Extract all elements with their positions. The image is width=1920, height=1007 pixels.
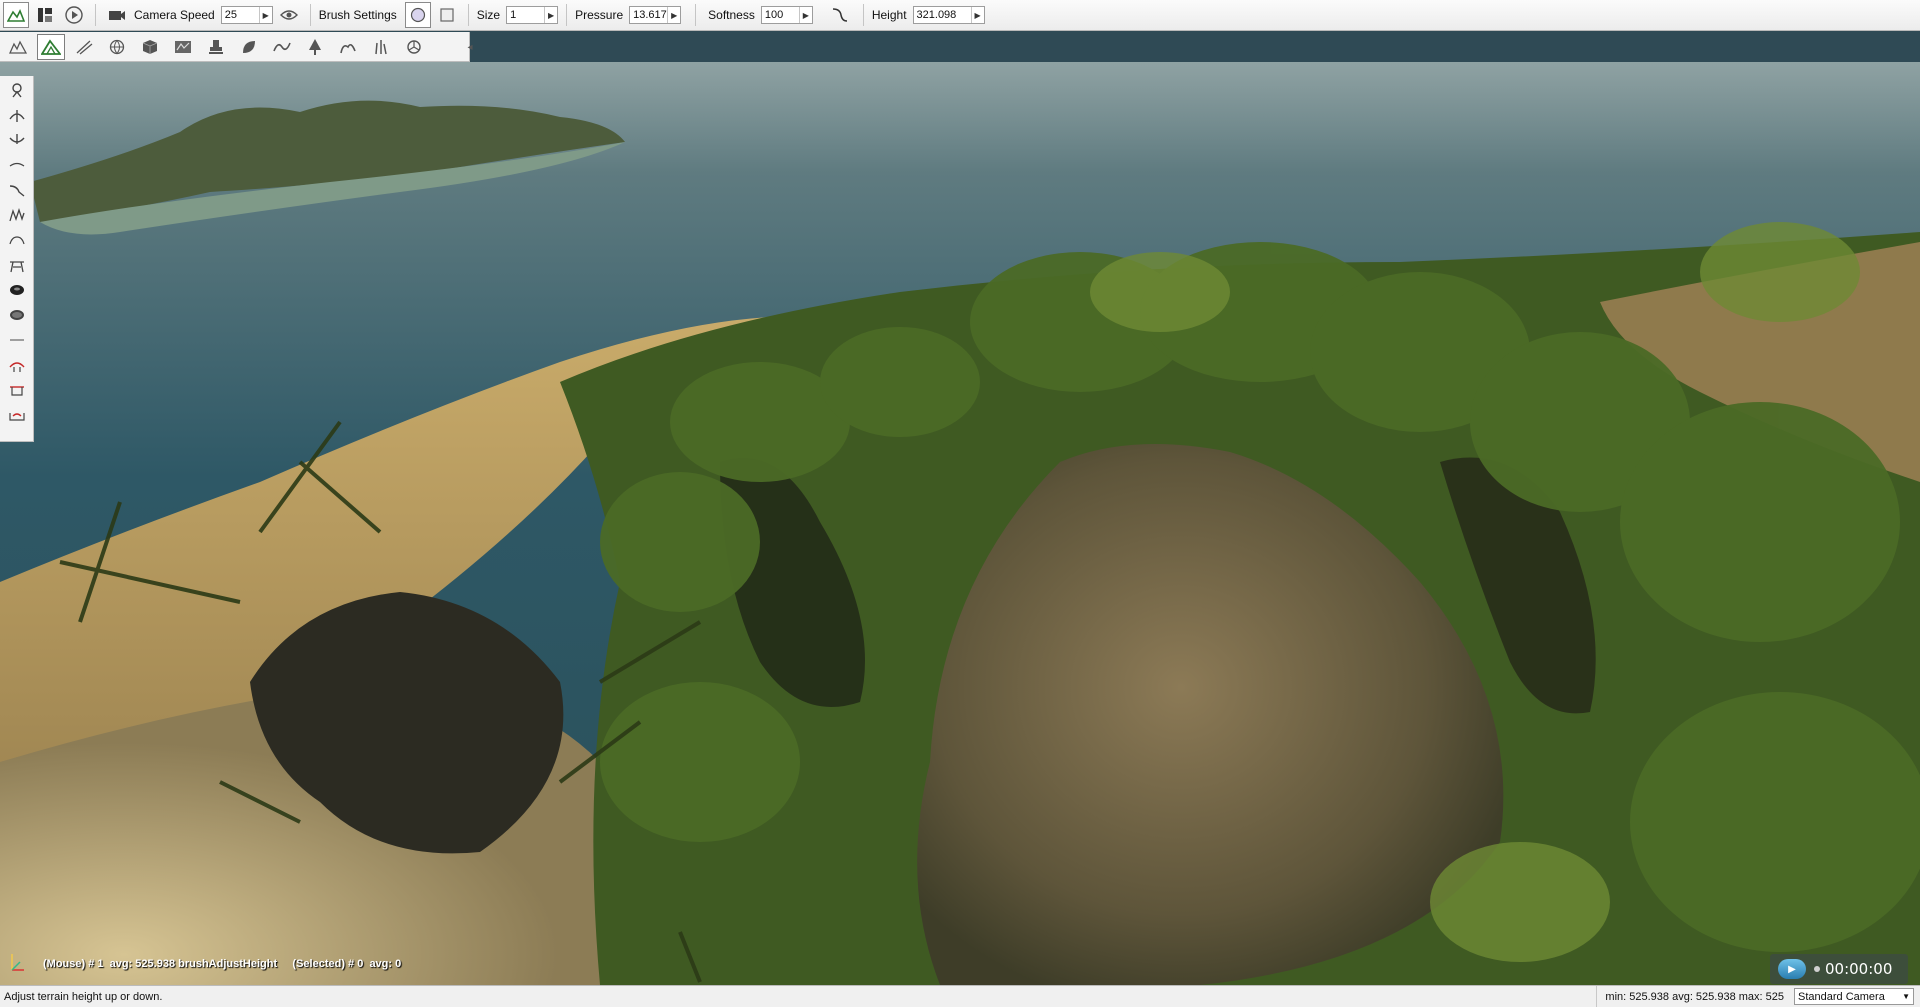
softness-value[interactable]: 100 [762, 9, 799, 21]
toolbar-separator [467, 4, 469, 26]
record-dot-icon [1814, 966, 1820, 972]
raise-icon[interactable] [4, 103, 30, 127]
pressure-label: Pressure [575, 8, 624, 22]
toolbar-separator [309, 4, 311, 26]
play-icon[interactable] [61, 2, 87, 28]
height-field[interactable]: 321.098 ▶ [912, 6, 985, 24]
erode-icon[interactable] [4, 403, 30, 427]
pressure-arrow-icon[interactable]: ▶ [667, 7, 680, 23]
tree-icon[interactable] [301, 34, 329, 60]
size-value[interactable]: 1 [507, 9, 544, 21]
camera-select-value: Standard Camera [1798, 990, 1885, 1003]
leaf-icon[interactable] [235, 34, 263, 60]
camera-icon[interactable] [104, 2, 130, 28]
eye-icon[interactable] [276, 2, 302, 28]
globe-icon[interactable] [103, 34, 131, 60]
noise-icon[interactable] [4, 203, 30, 227]
timeline-play-button[interactable]: ▶ [1778, 959, 1806, 979]
brush-square-icon[interactable] [434, 2, 460, 28]
status-height-stats: min: 525.938 avg: 525.938 max: 525 [1596, 986, 1794, 1007]
height-value[interactable]: 321.098 [914, 9, 971, 21]
camera-speed-value[interactable]: 25 [222, 9, 259, 21]
axis-gizmo-icon [8, 950, 26, 972]
toolbar-separator [862, 4, 864, 26]
hole-icon[interactable] [4, 278, 30, 302]
toolbar-separator [566, 4, 568, 26]
panels-icon[interactable] [32, 2, 58, 28]
status-bar: Adjust terrain height up or down. min: 5… [0, 985, 1920, 1007]
brush-circle-icon[interactable] [404, 2, 431, 28]
pinch-icon[interactable] [4, 378, 30, 402]
viewport-hud: (Mouse) # 1 avg: 525.938 brushAdjustHeig… [43, 958, 401, 970]
sculpt-tools-panel [0, 76, 34, 442]
cube-icon[interactable] [136, 34, 164, 60]
bush-icon[interactable] [334, 34, 362, 60]
stamp-icon[interactable] [202, 34, 230, 60]
softness-arrow-icon[interactable]: ▶ [798, 7, 812, 23]
softness-label: Softness [708, 8, 755, 22]
lower-icon[interactable] [4, 128, 30, 152]
subtoolbar-collapse-icon[interactable]: ◂ [466, 32, 474, 62]
camera-speed-label: Camera Speed [134, 8, 215, 22]
pressure-value[interactable]: 13.617 [630, 9, 667, 21]
hud-selected-info: (Selected) # 0 avg: 0 [292, 958, 402, 970]
size-arrow-icon[interactable]: ▶ [544, 7, 557, 23]
smooth-icon[interactable] [4, 153, 30, 177]
cliff-icon[interactable] [4, 353, 30, 377]
hud-mouse-info: (Mouse) # 1 avg: 525.938 brushAdjustHeig… [43, 958, 278, 970]
road-icon[interactable] [70, 34, 98, 60]
terrain-viewport[interactable] [0, 62, 1920, 985]
size-field[interactable]: 1 ▶ [506, 6, 559, 24]
editor-subtoolbar [0, 32, 470, 62]
wave-icon[interactable] [268, 34, 296, 60]
timeline-control: ▶ 00:00:00 [1770, 954, 1908, 984]
status-hint: Adjust terrain height up or down. [4, 990, 163, 1003]
paint-icon[interactable] [4, 303, 30, 327]
main-toolbar: Camera Speed 25 ▶ Brush Settings Size 1 … [0, 0, 1920, 31]
terrain-tool-icon[interactable] [4, 34, 32, 60]
camera-select[interactable]: Standard Camera ▼ [1794, 988, 1914, 1005]
adjust-height-icon[interactable] [4, 78, 30, 102]
softness-field[interactable]: 100 ▶ [760, 6, 813, 24]
flatten-icon[interactable] [4, 228, 30, 252]
toolbar-separator [695, 4, 697, 26]
line-icon[interactable] [4, 328, 30, 352]
timeline-time: 00:00:00 [1825, 960, 1893, 978]
pressure-field[interactable]: 13.617 ▶ [629, 6, 682, 24]
path-icon[interactable] [169, 34, 197, 60]
terrain-sculpt-icon[interactable] [37, 33, 65, 60]
object-icon[interactable] [400, 34, 428, 60]
ramp-icon[interactable] [4, 253, 30, 277]
chevron-down-icon: ▼ [1902, 992, 1910, 1001]
slope-icon[interactable] [4, 178, 30, 202]
terrain-editor-icon[interactable] [3, 2, 29, 28]
size-label: Size [476, 8, 501, 22]
falloff-curve-icon[interactable] [827, 2, 853, 28]
height-label: Height [871, 8, 907, 22]
camera-speed-arrow-icon[interactable]: ▶ [258, 7, 272, 23]
camera-speed-field[interactable]: 25 ▶ [220, 6, 273, 24]
toolbar-separator [95, 4, 96, 26]
grass-icon[interactable] [367, 34, 395, 60]
height-arrow-icon[interactable]: ▶ [970, 7, 984, 23]
terrain-scene [0, 62, 1920, 985]
brush-settings-label: Brush Settings [318, 8, 397, 22]
